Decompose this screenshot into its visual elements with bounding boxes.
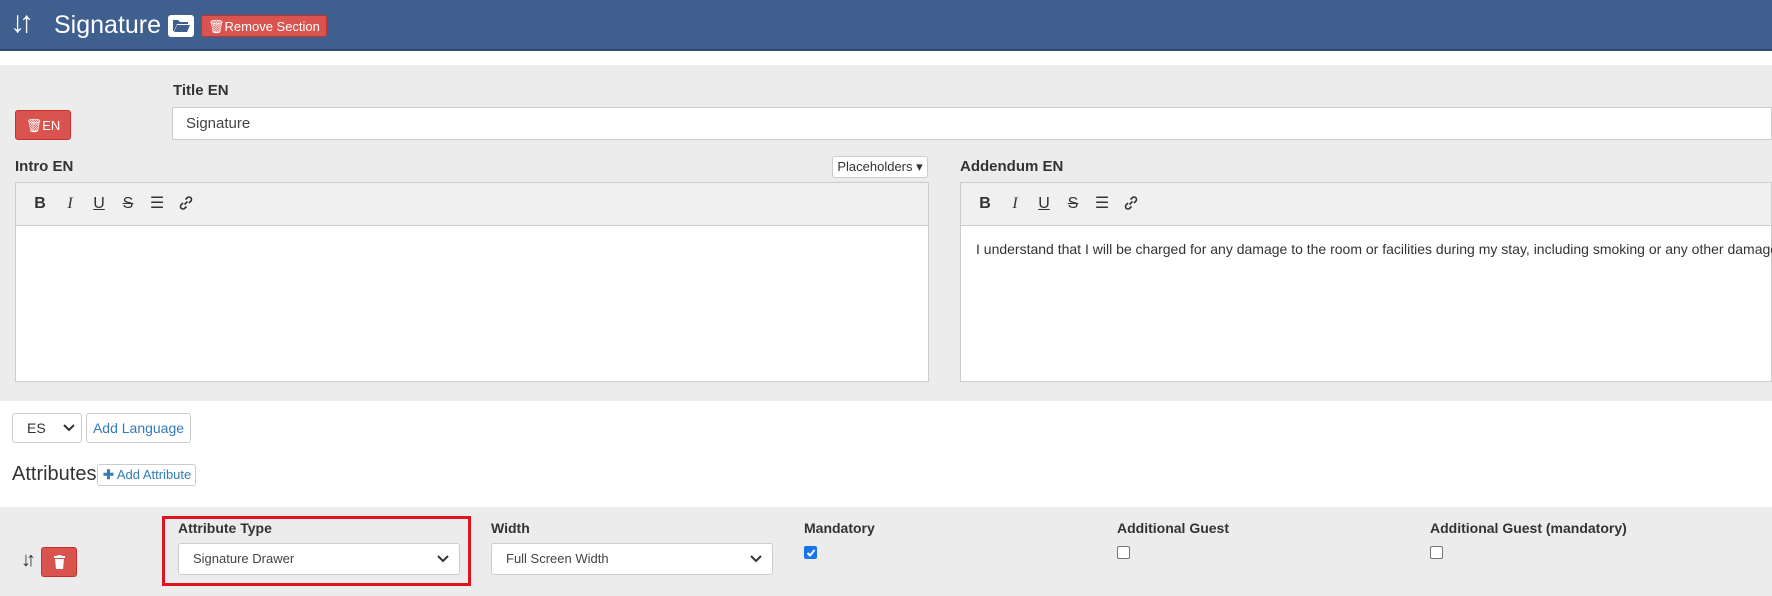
additional-guest-mandatory-label: Additional Guest (mandatory) <box>1430 520 1627 536</box>
addendum-toolbar: B I U S ☰ <box>961 183 1771 226</box>
intro-editor[interactable]: B I U S ☰ <box>15 182 929 382</box>
intro-toolbar: B I U S ☰ <box>16 183 928 226</box>
width-value: Full Screen Width <box>506 551 609 566</box>
title-label: Title EN <box>173 82 229 99</box>
sort-icon[interactable]: ↓↑ <box>21 549 36 572</box>
placeholders-label: Placeholders <box>837 159 913 174</box>
addendum-editor[interactable]: B I U S ☰ I understand that I will be ch… <box>960 182 1772 382</box>
list-icon[interactable]: ☰ <box>1093 195 1111 213</box>
attributes-title: Attributes <box>12 463 97 485</box>
lang-code: EN <box>42 118 61 133</box>
section-title: Signature <box>54 11 162 39</box>
placeholders-dropdown[interactable]: Placeholders ▾ <box>832 156 928 178</box>
trash-icon: 🗑 <box>25 118 43 133</box>
link-icon[interactable] <box>1122 195 1140 213</box>
language-selected: ES <box>27 420 46 436</box>
link-icon[interactable] <box>177 195 195 213</box>
remove-section-label: Remove Section <box>224 19 320 34</box>
chevron-down-icon <box>750 555 762 563</box>
additional-guest-mandatory-checkbox[interactable] <box>1430 546 1443 559</box>
intro-label: Intro EN <box>15 158 74 175</box>
width-select[interactable]: Full Screen Width <box>491 543 773 575</box>
sort-icon[interactable]: ↓↑ <box>10 5 34 41</box>
mandatory-label: Mandatory <box>804 520 875 536</box>
delete-attribute-button[interactable] <box>41 547 77 577</box>
addendum-label: Addendum EN <box>960 158 1064 175</box>
additional-guest-label: Additional Guest <box>1117 520 1229 536</box>
trash-icon: 🗑 <box>208 19 225 34</box>
width-label: Width <box>491 520 530 536</box>
chevron-down-icon <box>63 424 75 432</box>
list-icon[interactable]: ☰ <box>148 195 166 213</box>
bold-icon[interactable]: B <box>976 195 994 213</box>
addendum-content: I understand that I will be charged for … <box>976 241 1772 257</box>
italic-icon[interactable]: I <box>1006 195 1024 213</box>
strikethrough-icon[interactable]: S <box>119 195 137 213</box>
add-language-button[interactable]: Add Language <box>86 413 191 443</box>
bold-icon[interactable]: B <box>31 195 49 213</box>
additional-guest-checkbox[interactable] <box>1117 546 1130 559</box>
trash-icon <box>54 555 65 569</box>
remove-language-button[interactable]: 🗑EN <box>15 110 71 140</box>
language-select[interactable]: ES <box>12 413 82 443</box>
add-attribute-label: Add Attribute <box>116 467 192 482</box>
strikethrough-icon[interactable]: S <box>1064 195 1082 213</box>
mandatory-checkbox[interactable] <box>804 546 817 559</box>
add-attribute-button[interactable]: ✚ Add Attribute <box>97 464 196 486</box>
italic-icon[interactable]: I <box>61 195 79 213</box>
underline-icon[interactable]: U <box>90 195 108 213</box>
folder-button[interactable] <box>168 15 194 37</box>
underline-icon[interactable]: U <box>1035 195 1053 213</box>
plus-icon: ✚ <box>103 467 114 482</box>
title-input[interactable] <box>172 107 1772 140</box>
remove-section-button[interactable]: 🗑Remove Section <box>201 15 327 37</box>
check-icon <box>806 549 816 557</box>
caret-down-icon: ▾ <box>916 159 923 174</box>
folder-icon <box>173 20 190 32</box>
highlight-box <box>162 516 471 586</box>
